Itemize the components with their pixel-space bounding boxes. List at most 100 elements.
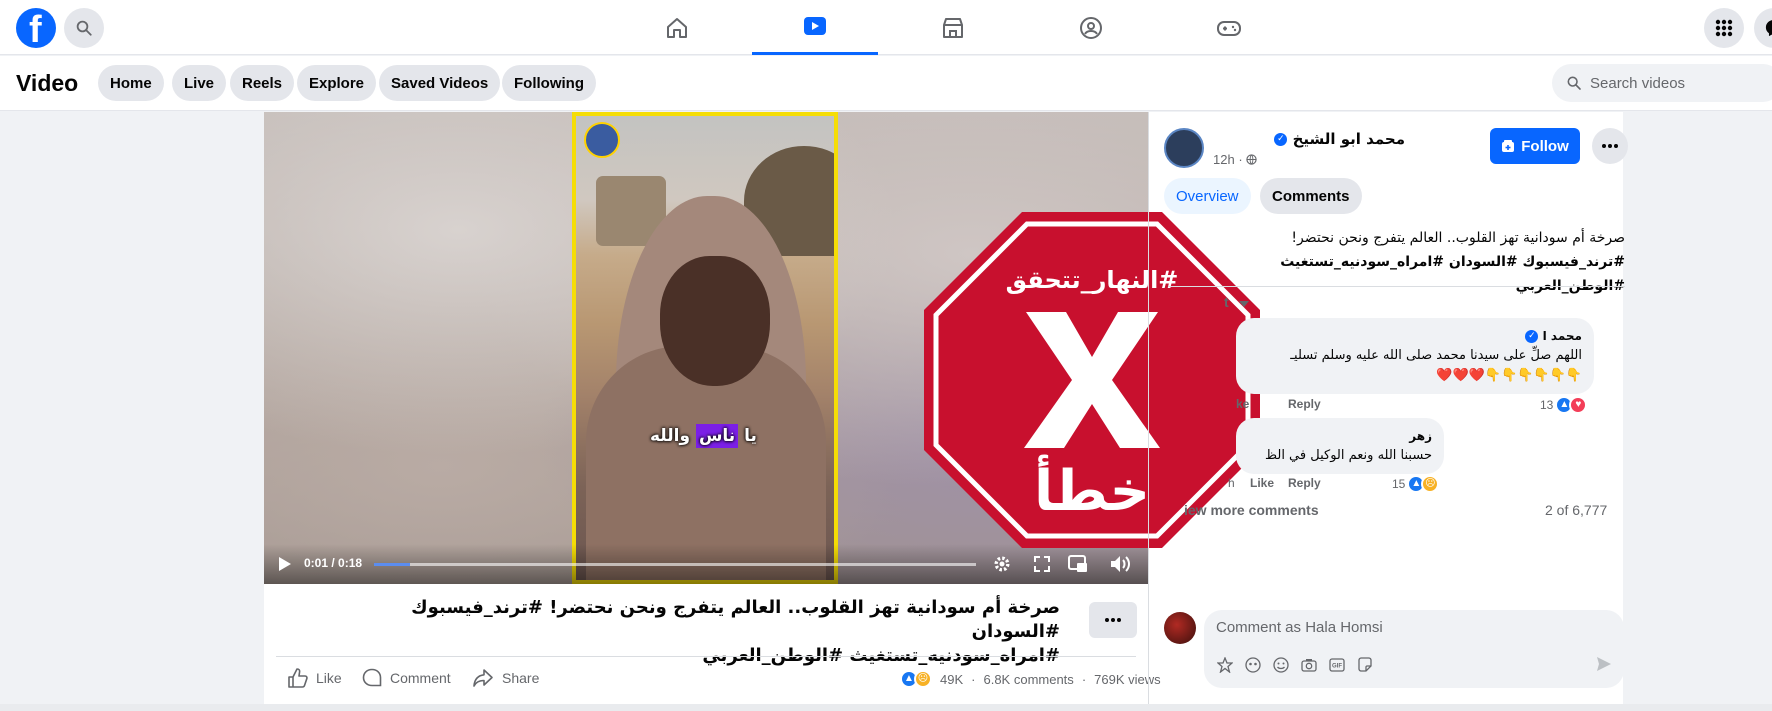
pill-saved-videos[interactable]: Saved Videos bbox=[379, 65, 501, 101]
svg-text:GIF: GIF bbox=[1332, 664, 1342, 670]
reactions-count[interactable]: 49K bbox=[940, 672, 963, 687]
verified-badge-icon: ✓ bbox=[1274, 133, 1288, 146]
view-more-comments-link[interactable]: iew more comments bbox=[1184, 502, 1319, 518]
comment-time[interactable]: h bbox=[1228, 476, 1235, 490]
marketplace-icon bbox=[943, 17, 963, 38]
nav-tab-marketplace[interactable] bbox=[890, 0, 1016, 55]
comment-bubble: محمد ا ✓ اللهم صلِّ على سيدنا محمد صلى ا… bbox=[1236, 318, 1594, 394]
current-user-avatar[interactable] bbox=[1164, 612, 1196, 644]
pill-live[interactable]: Live bbox=[172, 65, 227, 101]
settings-gear-icon[interactable] bbox=[992, 554, 1012, 574]
comment-reply-button[interactable]: Reply bbox=[1288, 476, 1321, 490]
post-description: صرخة أم سودانية تهز القلوب.. العالم يتفر… bbox=[1280, 230, 1625, 294]
nav-tab-gaming[interactable] bbox=[1166, 0, 1292, 55]
comment-reactions[interactable]: 13 ▲ ♥ bbox=[1540, 396, 1588, 414]
comment-author[interactable]: محمد ا ✓ bbox=[1248, 326, 1582, 346]
stamp-verdict: خطأ bbox=[1034, 454, 1150, 524]
divider bbox=[1168, 286, 1625, 287]
comment-bubble: زهر حسبنا الله ونعم الوكيل في الظ bbox=[1236, 418, 1444, 474]
search-button[interactable] bbox=[64, 8, 104, 48]
tab-overview[interactable]: Overview bbox=[1164, 178, 1251, 214]
share-button[interactable]: Share bbox=[472, 668, 539, 688]
comment-composer[interactable]: GIF bbox=[1204, 610, 1624, 688]
composer-toolbar: GIF bbox=[1216, 656, 1374, 674]
pill-reels[interactable]: Reels bbox=[230, 65, 295, 101]
send-button[interactable] bbox=[1596, 656, 1612, 677]
video-icon bbox=[804, 17, 826, 35]
post-stats: ▲ ☹ 49K · 6.8K comments · 769K views bbox=[900, 670, 1161, 688]
video-progress-bar[interactable] bbox=[374, 563, 976, 566]
video-time: 0:01 / 0:18 bbox=[304, 556, 363, 570]
follow-icon bbox=[1502, 140, 1515, 152]
chevron-down-icon bbox=[1238, 301, 1249, 307]
channel-watermark-logo bbox=[584, 122, 620, 158]
apps-grid-icon bbox=[1715, 19, 1733, 37]
search-videos-box[interactable] bbox=[1552, 64, 1772, 102]
comment-like-button[interactable]: Like bbox=[1250, 476, 1274, 490]
author-name[interactable]: محمد ابو الشيخ ✓ bbox=[1230, 130, 1405, 148]
comment-icon bbox=[362, 668, 382, 687]
nav-tab-groups[interactable] bbox=[1028, 0, 1154, 55]
volume-icon[interactable] bbox=[1110, 555, 1132, 573]
author-more-button[interactable] bbox=[1592, 128, 1628, 164]
post-more-button[interactable] bbox=[1089, 602, 1137, 638]
picture-in-picture-icon[interactable] bbox=[1068, 555, 1088, 573]
video-subtitle: يا ناس والله bbox=[650, 424, 757, 448]
page-title: Video bbox=[16, 70, 79, 96]
comment-input[interactable] bbox=[1216, 619, 1596, 636]
video-frame: يا ناس والله bbox=[572, 112, 838, 584]
post-time[interactable]: 12h · bbox=[1213, 152, 1257, 167]
home-icon bbox=[667, 17, 687, 38]
comment-button[interactable]: Comment bbox=[362, 668, 451, 688]
search-videos-input[interactable] bbox=[1590, 74, 1750, 92]
thumbs-up-icon bbox=[288, 668, 308, 688]
top-navigation-bar: f bbox=[0, 0, 1772, 55]
tab-comments[interactable]: Comments bbox=[1260, 178, 1362, 214]
comment-reactions[interactable]: 15 ▲ ☹ bbox=[1392, 475, 1440, 493]
pill-home[interactable]: Home bbox=[98, 65, 164, 101]
pill-following[interactable]: Following bbox=[502, 65, 596, 101]
share-icon bbox=[473, 669, 493, 687]
nav-tab-video[interactable] bbox=[752, 0, 878, 55]
woman-face bbox=[660, 256, 770, 386]
menu-button[interactable] bbox=[1704, 8, 1744, 48]
search-icon bbox=[76, 20, 92, 36]
search-icon bbox=[1567, 76, 1581, 90]
like-button[interactable]: Like bbox=[288, 668, 342, 688]
avatar-sticker-icon[interactable] bbox=[1216, 656, 1234, 674]
mask-icon[interactable] bbox=[1244, 656, 1262, 674]
comment-author[interactable]: زهر bbox=[1248, 426, 1432, 446]
divider bbox=[276, 656, 1136, 657]
more-dots-icon bbox=[1602, 144, 1618, 148]
comment-like-button[interactable]: ke bbox=[1236, 397, 1249, 411]
video-subheader: Video Home Live Reels Explore Saved Vide… bbox=[0, 56, 1772, 111]
play-icon[interactable] bbox=[278, 556, 292, 572]
messenger-icon bbox=[1765, 20, 1772, 37]
globe-icon bbox=[1246, 154, 1257, 165]
progress-fill bbox=[374, 563, 411, 566]
comments-count[interactable]: 6.8K comments bbox=[983, 672, 1073, 687]
comment-count: 2 of 6,777 bbox=[1545, 502, 1608, 518]
sad-reaction-icon: ☹ bbox=[914, 670, 932, 688]
verified-badge-icon: ✓ bbox=[1525, 330, 1539, 343]
more-dots-icon bbox=[1105, 618, 1121, 622]
reaction-icons[interactable]: ▲ ☹ bbox=[900, 670, 932, 688]
love-reaction-icon: ♥ bbox=[1569, 396, 1588, 414]
comment-sort-dropdown[interactable]: t bbox=[1224, 294, 1249, 310]
facebook-logo[interactable]: f bbox=[16, 8, 56, 51]
send-icon bbox=[1597, 657, 1611, 671]
author-avatar[interactable] bbox=[1164, 128, 1204, 168]
sad-reaction-icon: ☹ bbox=[1421, 475, 1440, 493]
camera-icon[interactable] bbox=[1300, 656, 1318, 674]
comment-reply-button[interactable]: Reply bbox=[1288, 397, 1321, 411]
pill-explore[interactable]: Explore bbox=[297, 65, 377, 101]
nav-tab-home[interactable] bbox=[614, 0, 740, 55]
post-title: صرخة أم سودانية تهز القلوب.. العالم يتفر… bbox=[411, 597, 1060, 666]
follow-button[interactable]: Follow bbox=[1490, 128, 1580, 164]
gif-icon[interactable]: GIF bbox=[1328, 656, 1346, 674]
emoji-icon[interactable] bbox=[1272, 656, 1290, 674]
page-bottom-strip bbox=[0, 704, 1772, 711]
fullscreen-icon[interactable] bbox=[1034, 556, 1050, 572]
sticker-icon[interactable] bbox=[1356, 656, 1374, 674]
messenger-button[interactable] bbox=[1754, 8, 1772, 48]
